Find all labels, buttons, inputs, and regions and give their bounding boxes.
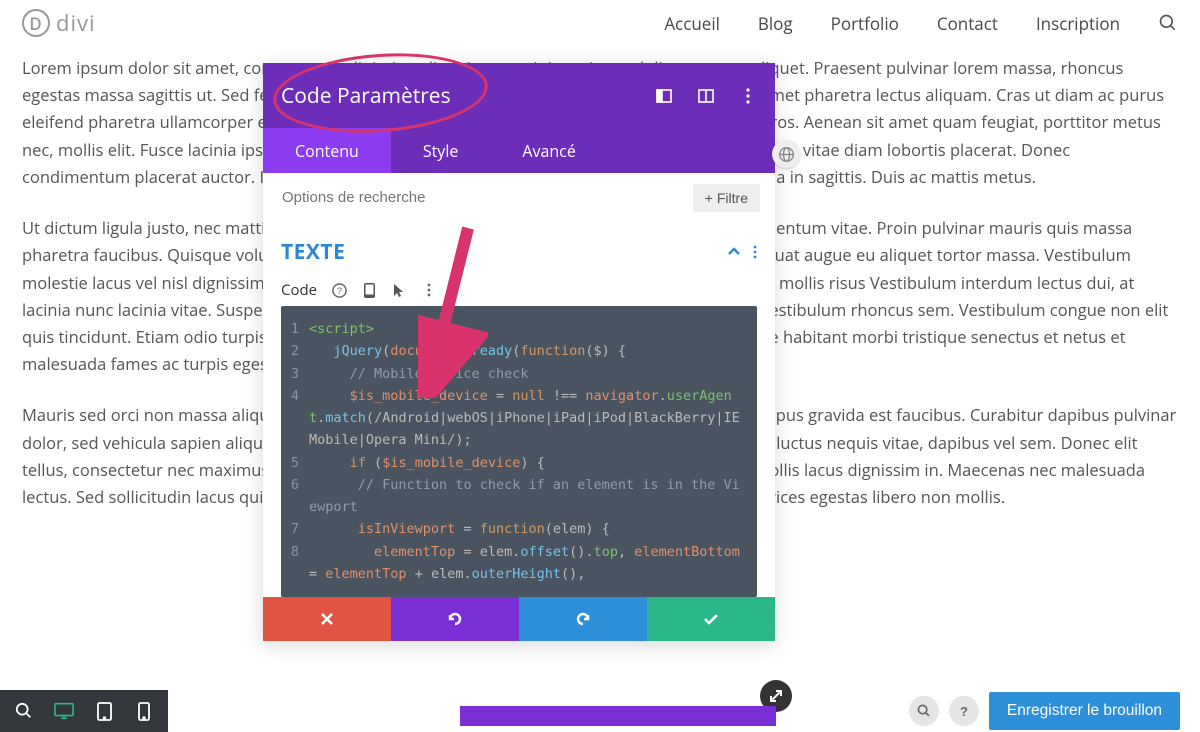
more-vert-icon[interactable]	[421, 282, 437, 298]
options-search-input[interactable]	[278, 183, 683, 212]
nav-link-accueil[interactable]: Accueil	[664, 12, 720, 35]
chevron-up-icon[interactable]	[727, 245, 741, 259]
logo: D divi	[22, 8, 96, 38]
nav-link-blog[interactable]: Blog	[758, 12, 793, 35]
zoom-icon[interactable]	[4, 690, 44, 732]
nav-link-inscription[interactable]: Inscription	[1036, 12, 1120, 35]
modal-actions	[263, 597, 775, 641]
svg-text:?: ?	[336, 285, 341, 295]
mobile-icon[interactable]	[361, 282, 377, 298]
options-search-row: + Filtre	[263, 173, 775, 222]
logo-mark-icon: D	[22, 9, 50, 37]
filter-label: Filtre	[717, 190, 748, 206]
nav-link-portfolio[interactable]: Portfolio	[831, 12, 899, 35]
history-search-button[interactable]	[909, 696, 939, 726]
search-icon[interactable]	[1158, 13, 1178, 33]
desktop-view-icon[interactable]	[44, 690, 84, 732]
tab-contenu[interactable]: Contenu	[263, 128, 391, 173]
cancel-button[interactable]	[263, 597, 391, 641]
expand-modal-icon[interactable]	[697, 87, 715, 105]
device-switcher	[0, 690, 168, 732]
code-settings-modal: Code Paramètres Contenu Style Avancé + F…	[263, 63, 775, 641]
tablet-view-icon[interactable]	[84, 690, 124, 732]
help-button[interactable]: ?	[949, 696, 979, 726]
filter-button[interactable]: + Filtre	[693, 184, 760, 212]
nav-link-contact[interactable]: Contact	[937, 12, 998, 35]
texte-section: TEXTE Code ?	[263, 222, 775, 306]
save-draft-button[interactable]: Enregistrer le brouillon	[989, 692, 1180, 730]
more-vert-icon[interactable]	[739, 87, 757, 105]
tab-avance[interactable]: Avancé	[490, 128, 607, 173]
top-nav: D divi Accueil Blog Portfolio Contact In…	[0, 0, 1200, 54]
more-vert-icon[interactable]	[753, 245, 757, 259]
field-label-code: Code	[281, 280, 317, 300]
mobile-view-icon[interactable]	[124, 690, 164, 732]
help-icon[interactable]: ?	[331, 282, 347, 298]
undo-button[interactable]	[391, 597, 519, 641]
modal-header[interactable]: Code Paramètres	[263, 63, 775, 128]
snap-left-icon[interactable]	[655, 87, 673, 105]
plus-icon: +	[705, 190, 713, 206]
modal-title: Code Paramètres	[281, 82, 655, 110]
confirm-button[interactable]	[647, 597, 775, 641]
section-title-texte: TEXTE	[281, 238, 727, 266]
logo-text: divi	[56, 8, 96, 38]
redo-button[interactable]	[519, 597, 647, 641]
tab-style[interactable]: Style	[391, 128, 491, 173]
nav-links: Accueil Blog Portfolio Contact Inscripti…	[664, 12, 1178, 35]
cursor-icon[interactable]	[391, 282, 407, 298]
code-editor[interactable]: 1<script>2 jQuery(document).ready(functi…	[281, 306, 757, 597]
bottom-bar: ? Enregistrer le brouillon	[0, 690, 1200, 732]
globe-icon[interactable]	[772, 140, 800, 168]
modal-tabs: Contenu Style Avancé	[263, 128, 775, 173]
